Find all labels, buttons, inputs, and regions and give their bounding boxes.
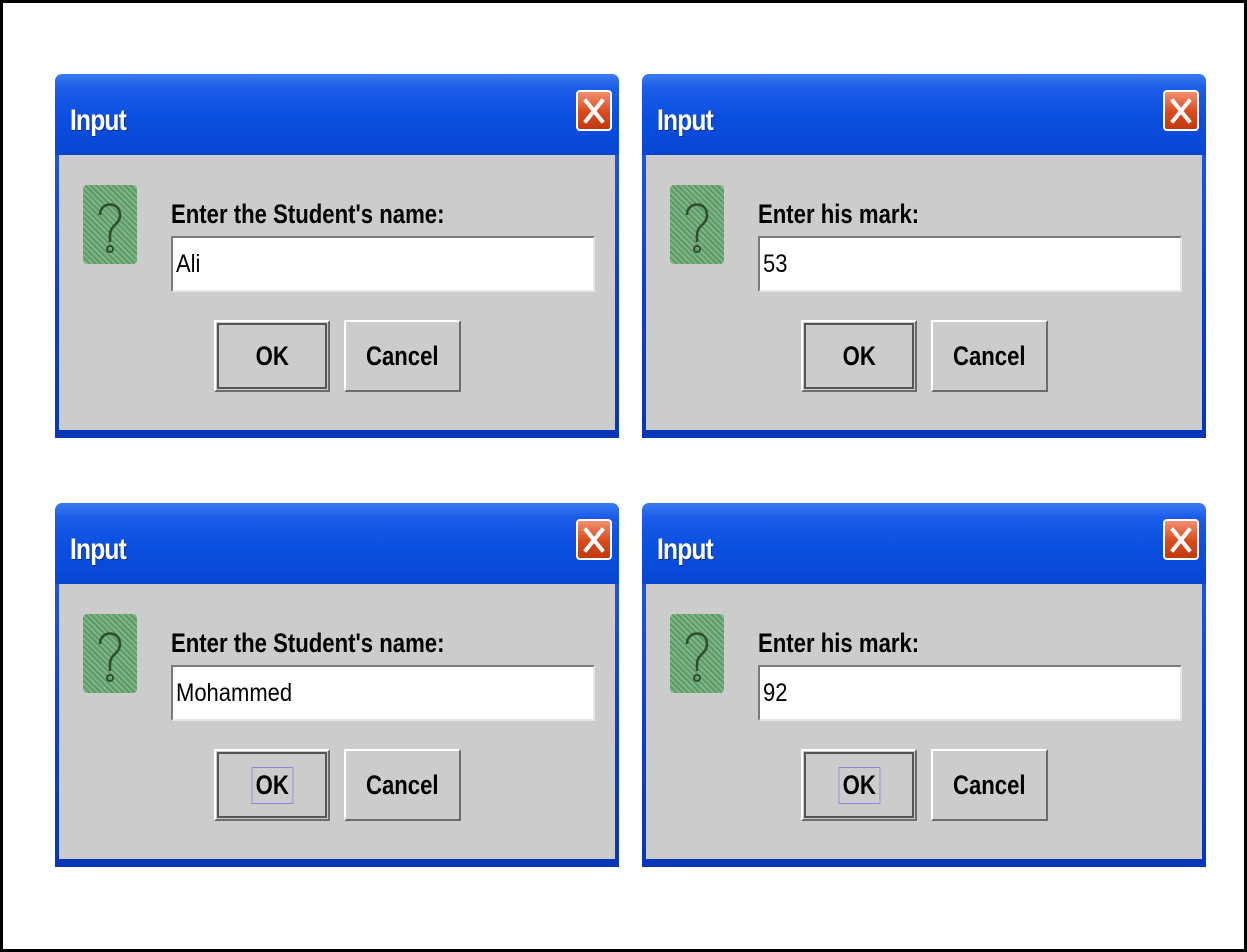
dialog-titlebar[interactable]: Input [642,503,1206,584]
input-dialog: Input Enter his mark: 53 OK Cancel [642,74,1206,438]
cancel-button[interactable]: Cancel [344,320,461,392]
dialog-title: Input [70,104,127,137]
prompt-label: Enter his mark: [758,628,920,658]
text-input-value: Ali [176,250,201,278]
ok-button-label: OK [838,766,880,804]
cancel-button[interactable]: Cancel [931,320,1048,392]
dialog-titlebar[interactable]: Input [55,74,619,155]
cancel-button[interactable]: Cancel [344,749,461,821]
cancel-button-label: Cancel [366,340,439,371]
dialog-body: Enter his mark: 92 OK Cancel [646,584,1202,859]
text-input[interactable]: 53 [758,236,1182,292]
question-icon [83,185,137,264]
input-dialog: Input Enter the Student's name: Mohammed… [55,503,619,867]
ok-button-label: OK [842,340,876,371]
close-x-icon [1170,527,1192,553]
text-input-value: 53 [763,250,788,278]
text-input[interactable]: 92 [758,665,1182,721]
ok-button[interactable]: OK [214,320,330,392]
prompt-label: Enter the Student's name: [171,628,445,658]
prompt-label: Enter the Student's name: [171,199,445,229]
close-x-icon [583,527,605,553]
dialog-body: Enter the Student's name: Mohammed OK Ca… [59,584,615,859]
input-dialog: Input Enter his mark: 92 OK Cancel [642,503,1206,867]
ok-button-label: OK [251,766,293,804]
question-icon [670,614,724,693]
close-button[interactable] [1163,90,1199,131]
question-icon [83,614,137,693]
cancel-button[interactable]: Cancel [931,749,1048,821]
close-x-icon [1170,98,1192,124]
dialog-title: Input [70,533,127,566]
dialog-title: Input [657,104,714,137]
close-button[interactable] [576,90,612,131]
ok-button-label: OK [255,340,289,371]
dialog-titlebar[interactable]: Input [642,74,1206,155]
dialog-titlebar[interactable]: Input [55,503,619,584]
close-x-icon [583,98,605,124]
close-button[interactable] [1163,519,1199,560]
text-input[interactable]: Ali [171,236,595,292]
ok-button[interactable]: OK [801,749,917,821]
dialog-body: Enter the Student's name: Ali OK Cancel [59,155,615,430]
text-input[interactable]: Mohammed [171,665,595,721]
cancel-button-label: Cancel [366,769,439,800]
question-icon [670,185,724,264]
text-input-value: 92 [763,679,788,707]
figure-frame: Input Enter the Student's name: Ali OK C… [0,0,1247,952]
ok-button[interactable]: OK [801,320,917,392]
ok-button[interactable]: OK [214,749,330,821]
cancel-button-label: Cancel [953,769,1026,800]
dialog-title: Input [657,533,714,566]
prompt-label: Enter his mark: [758,199,920,229]
cancel-button-label: Cancel [953,340,1026,371]
text-input-value: Mohammed [176,679,293,707]
close-button[interactable] [576,519,612,560]
dialog-body: Enter his mark: 53 OK Cancel [646,155,1202,430]
input-dialog: Input Enter the Student's name: Ali OK C… [55,74,619,438]
